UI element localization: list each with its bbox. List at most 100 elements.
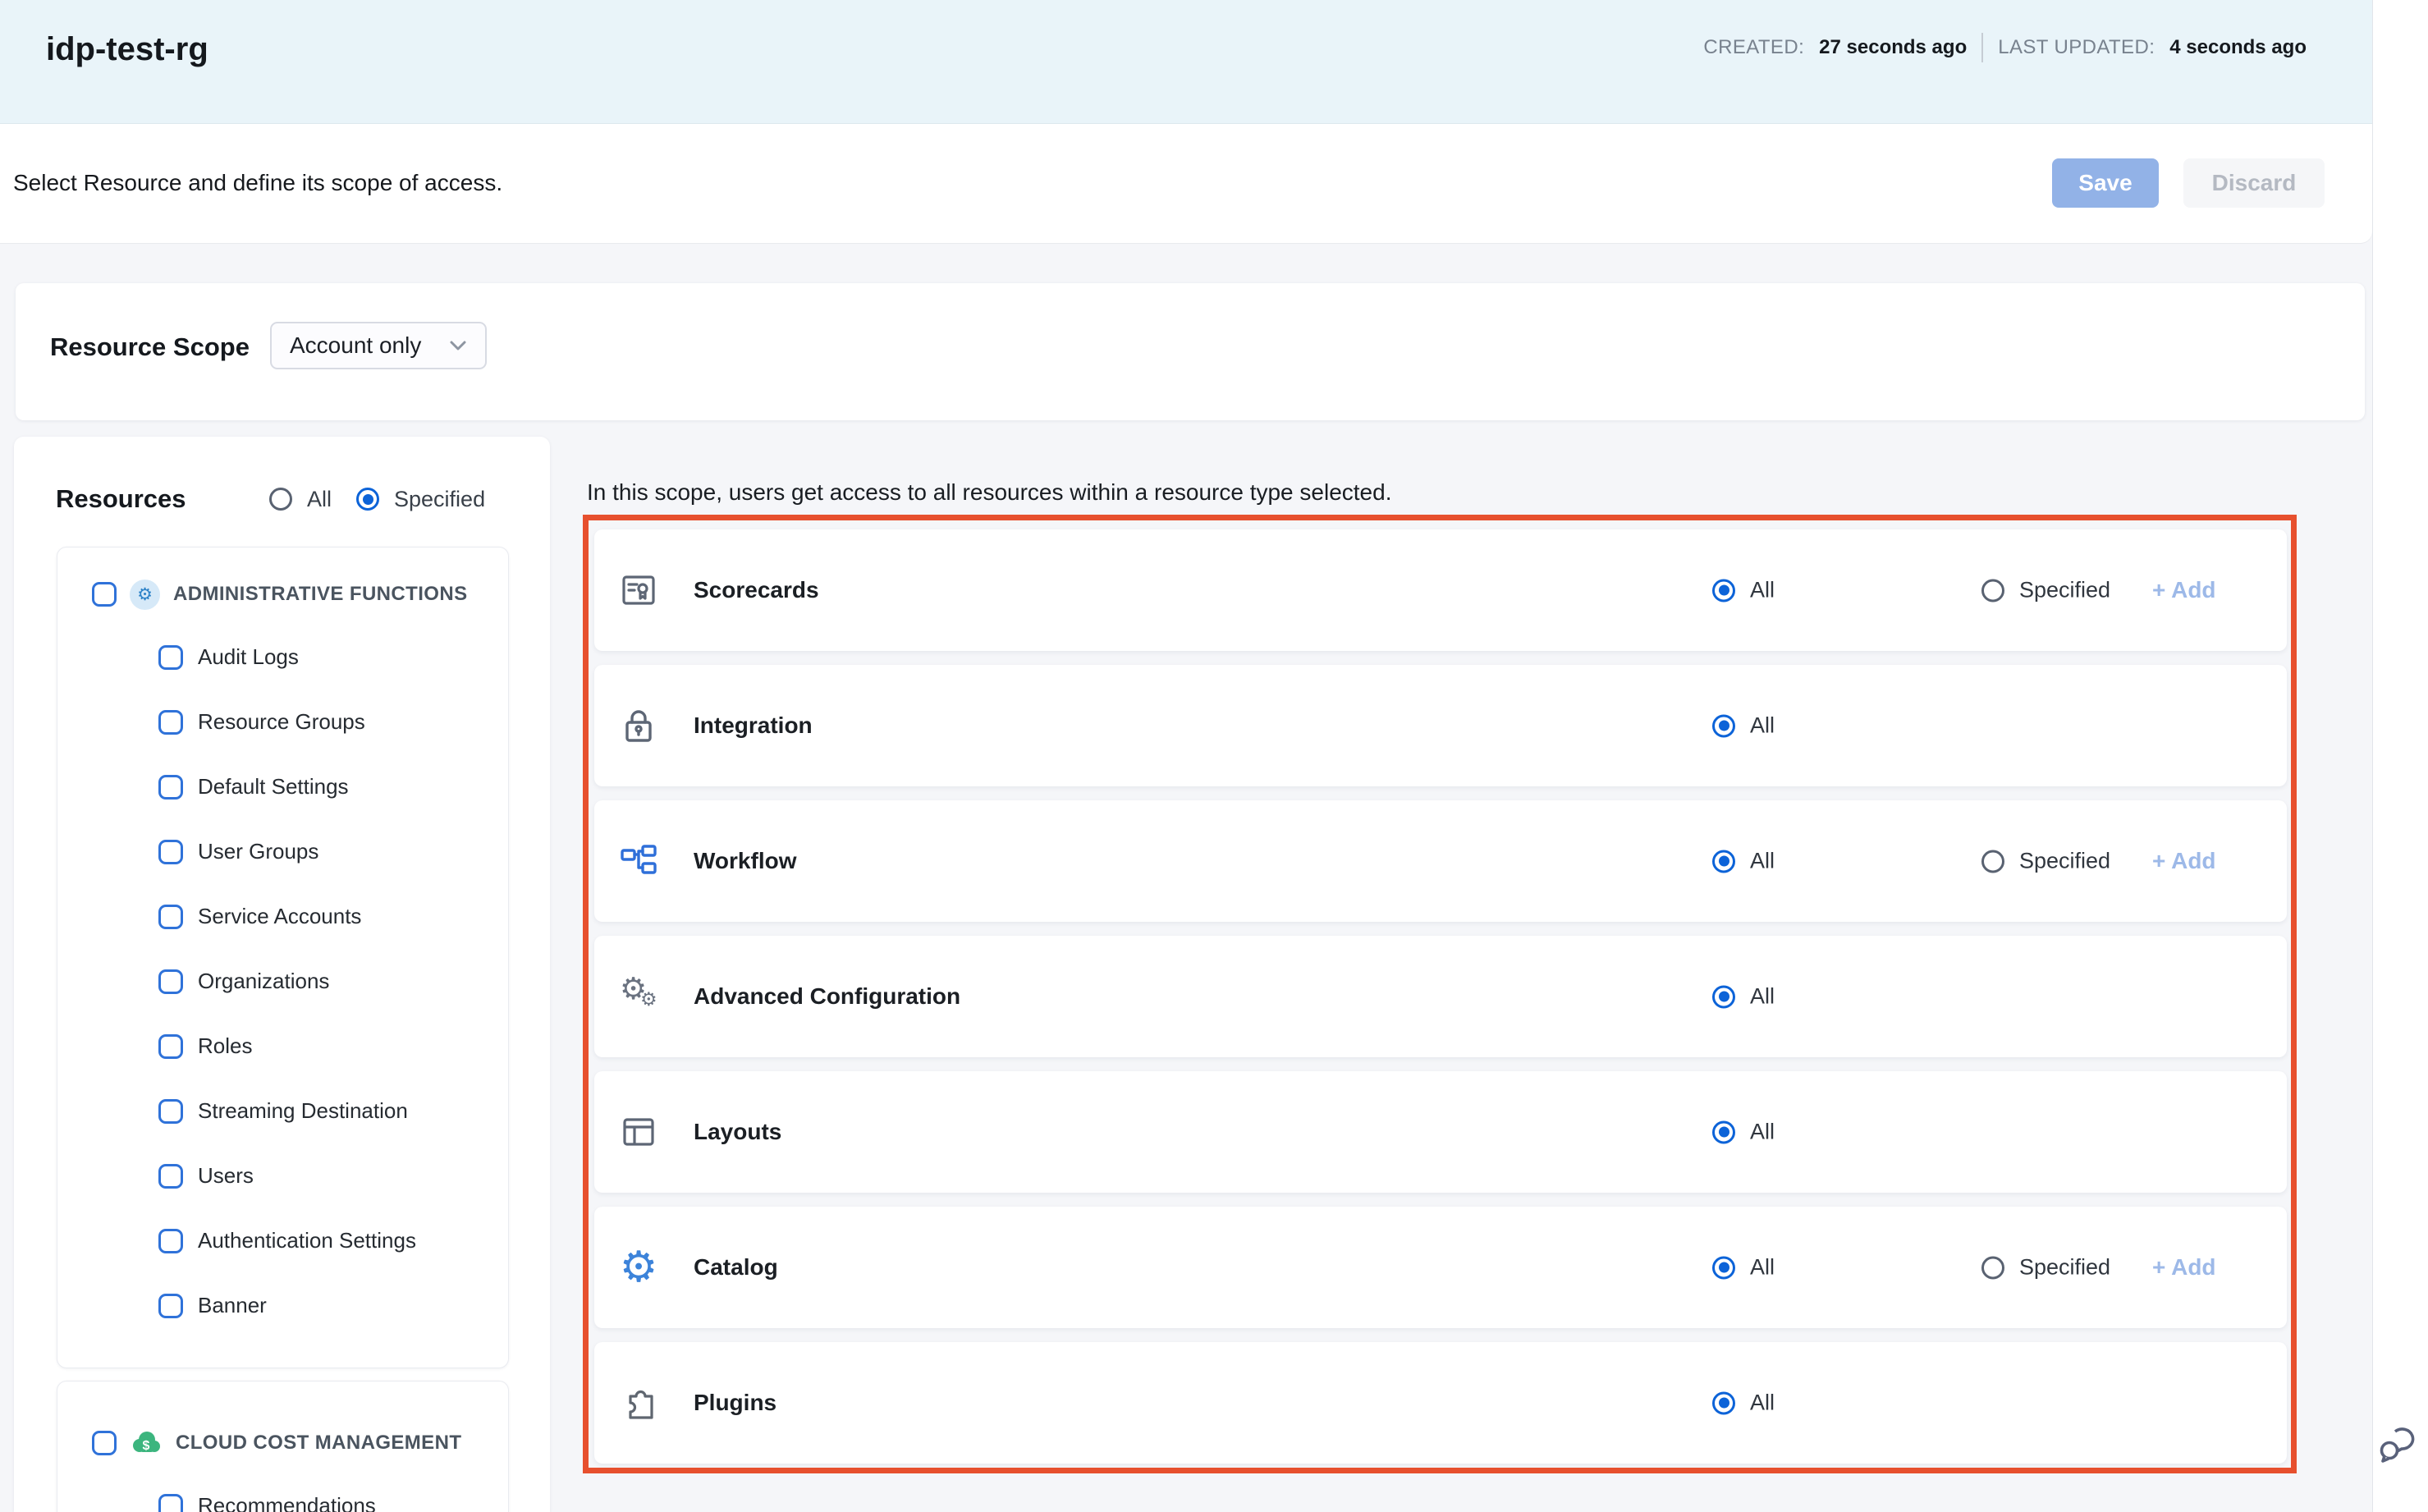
all-radio[interactable] <box>269 488 292 511</box>
page-header: idp-test-rg CREATED: 27 seconds ago LAST… <box>0 0 2372 124</box>
resource-type-list-item: User Groups <box>158 819 508 884</box>
scorecard-icon <box>619 570 658 610</box>
all-radio[interactable] <box>1712 985 1735 1008</box>
all-label: All <box>1750 984 1775 1010</box>
recommendations-checkbox[interactable] <box>158 1494 183 1512</box>
row-label: Advanced Configuration <box>694 983 960 1010</box>
all-radio[interactable] <box>1712 714 1735 737</box>
resource-type-list-item: Roles <box>158 1014 508 1079</box>
item-label: Audit Logs <box>198 644 299 670</box>
workflow-add-button[interactable]: + Add <box>2152 848 2216 874</box>
scorecards-all-option[interactable]: All <box>1712 578 1775 603</box>
layout-icon <box>619 1112 658 1152</box>
specified-radio[interactable] <box>1981 579 2004 602</box>
resource-scope-value: Account only <box>290 332 421 359</box>
catalog-add-button[interactable]: + Add <box>2152 1254 2216 1281</box>
specified-radio[interactable] <box>356 488 379 511</box>
service-accounts-checkbox[interactable] <box>158 905 183 929</box>
streaming-destination-checkbox[interactable] <box>158 1099 183 1124</box>
specified-radio[interactable] <box>1981 850 2004 873</box>
cloud-dollar-icon: $ <box>130 1429 163 1457</box>
advanced-configuration-all-option[interactable]: All <box>1712 984 1775 1010</box>
catalog-all-option[interactable]: All <box>1712 1255 1775 1281</box>
resource-scope-label: Resource Scope <box>50 332 250 362</box>
scorecards-add-button[interactable]: + Add <box>2152 577 2216 603</box>
administrative-functions-checkbox[interactable] <box>92 582 117 607</box>
all-label: All <box>1750 1120 1775 1145</box>
plugins-all-option[interactable]: All <box>1712 1391 1775 1416</box>
audit-logs-checkbox[interactable] <box>158 645 183 670</box>
workflow-icon <box>619 841 658 881</box>
resources-all-option[interactable]: All <box>269 487 332 512</box>
all-radio[interactable] <box>1712 579 1735 602</box>
page-title: idp-test-rg <box>46 31 208 68</box>
catalog-gear-icon: ⚙ <box>619 1248 658 1287</box>
last-updated-label: LAST UPDATED: <box>1998 36 2155 59</box>
item-label: Service Accounts <box>198 904 361 929</box>
specified-radio-label: Specified <box>394 487 485 512</box>
row-label: Workflow <box>694 848 796 874</box>
discard-button[interactable]: Discard <box>2183 158 2325 208</box>
resource-type-list-item: Resource Groups <box>158 690 508 754</box>
default-settings-checkbox[interactable] <box>158 775 183 800</box>
specified-label: Specified <box>2019 849 2110 874</box>
row-label: Catalog <box>694 1254 778 1281</box>
workflow-all-option[interactable]: All <box>1712 849 1775 874</box>
organizations-checkbox[interactable] <box>158 969 183 994</box>
all-radio[interactable] <box>1712 850 1735 873</box>
resource-row-integration <box>594 665 2287 786</box>
group-label: CLOUD COST MANAGEMENT <box>176 1432 461 1455</box>
created-label: CREATED: <box>1703 36 1804 59</box>
resource-row-plugins <box>594 1342 2287 1464</box>
resources-specified-option[interactable]: Specified <box>356 487 485 512</box>
resource-group-card-cloud-cost-management: $ CLOUD COST MANAGEMENT Recommendations <box>57 1381 509 1512</box>
all-radio[interactable] <box>1712 1120 1735 1143</box>
resource-group-page: idp-test-rg CREATED: 27 seconds ago LAST… <box>0 0 2428 1512</box>
timestamps: CREATED: 27 seconds ago LAST UPDATED: 4 … <box>1703 33 2307 62</box>
all-label: All <box>1750 1391 1775 1416</box>
integration-all-option[interactable]: All <box>1712 713 1775 739</box>
resources-title: Resources <box>56 484 186 514</box>
resources-header: Resources All Specified <box>14 479 550 519</box>
all-label: All <box>1750 578 1775 603</box>
resource-groups-checkbox[interactable] <box>158 710 183 735</box>
specified-radio[interactable] <box>1981 1256 2004 1279</box>
row-label: Layouts <box>694 1119 781 1145</box>
banner-checkbox[interactable] <box>158 1294 183 1318</box>
created-value: 27 seconds ago <box>1819 36 1967 59</box>
authentication-settings-checkbox[interactable] <box>158 1229 183 1253</box>
all-label: All <box>1750 849 1775 874</box>
resource-type-list-item: Recommendations <box>158 1473 508 1512</box>
users-checkbox[interactable] <box>158 1164 183 1189</box>
cloud-cost-management-checkbox[interactable] <box>92 1431 117 1455</box>
scope-note: In this scope, users get access to all r… <box>587 479 1391 506</box>
item-label: Users <box>198 1163 254 1189</box>
double-gear-icon: ⚙⚙ <box>619 977 658 1016</box>
resource-scope-select[interactable]: Account only <box>270 322 487 369</box>
item-label: Resource Groups <box>198 709 365 735</box>
roles-checkbox[interactable] <box>158 1034 183 1059</box>
resource-type-list-item: Organizations <box>158 949 508 1014</box>
save-button[interactable]: Save <box>2052 158 2159 208</box>
scorecards-specified-option[interactable]: Specified <box>1981 578 2110 603</box>
user-groups-checkbox[interactable] <box>158 840 183 864</box>
item-label: User Groups <box>198 839 318 864</box>
resource-type-list-item: Default Settings <box>158 754 508 819</box>
specified-label: Specified <box>2019 1255 2110 1281</box>
all-radio[interactable] <box>1712 1391 1735 1414</box>
workflow-specified-option[interactable]: Specified <box>1981 849 2110 874</box>
item-label: Banner <box>198 1293 267 1318</box>
action-bar: Select Resource and define its scope of … <box>0 124 2372 243</box>
chevron-down-icon <box>449 340 467 351</box>
all-radio[interactable] <box>1712 1256 1735 1279</box>
resource-type-list-item: Audit Logs <box>158 625 508 690</box>
catalog-specified-option[interactable]: Specified <box>1981 1255 2110 1281</box>
layouts-all-option[interactable]: All <box>1712 1120 1775 1145</box>
timestamp-divider <box>1981 33 1983 62</box>
all-label: All <box>1750 713 1775 739</box>
resource-scope-card: Resource Scope Account only <box>16 283 2365 420</box>
chat-help-icon[interactable] <box>2379 1423 2421 1464</box>
row-label: Scorecards <box>694 577 819 603</box>
action-description: Select Resource and define its scope of … <box>13 170 502 196</box>
resource-row-layouts <box>594 1071 2287 1193</box>
